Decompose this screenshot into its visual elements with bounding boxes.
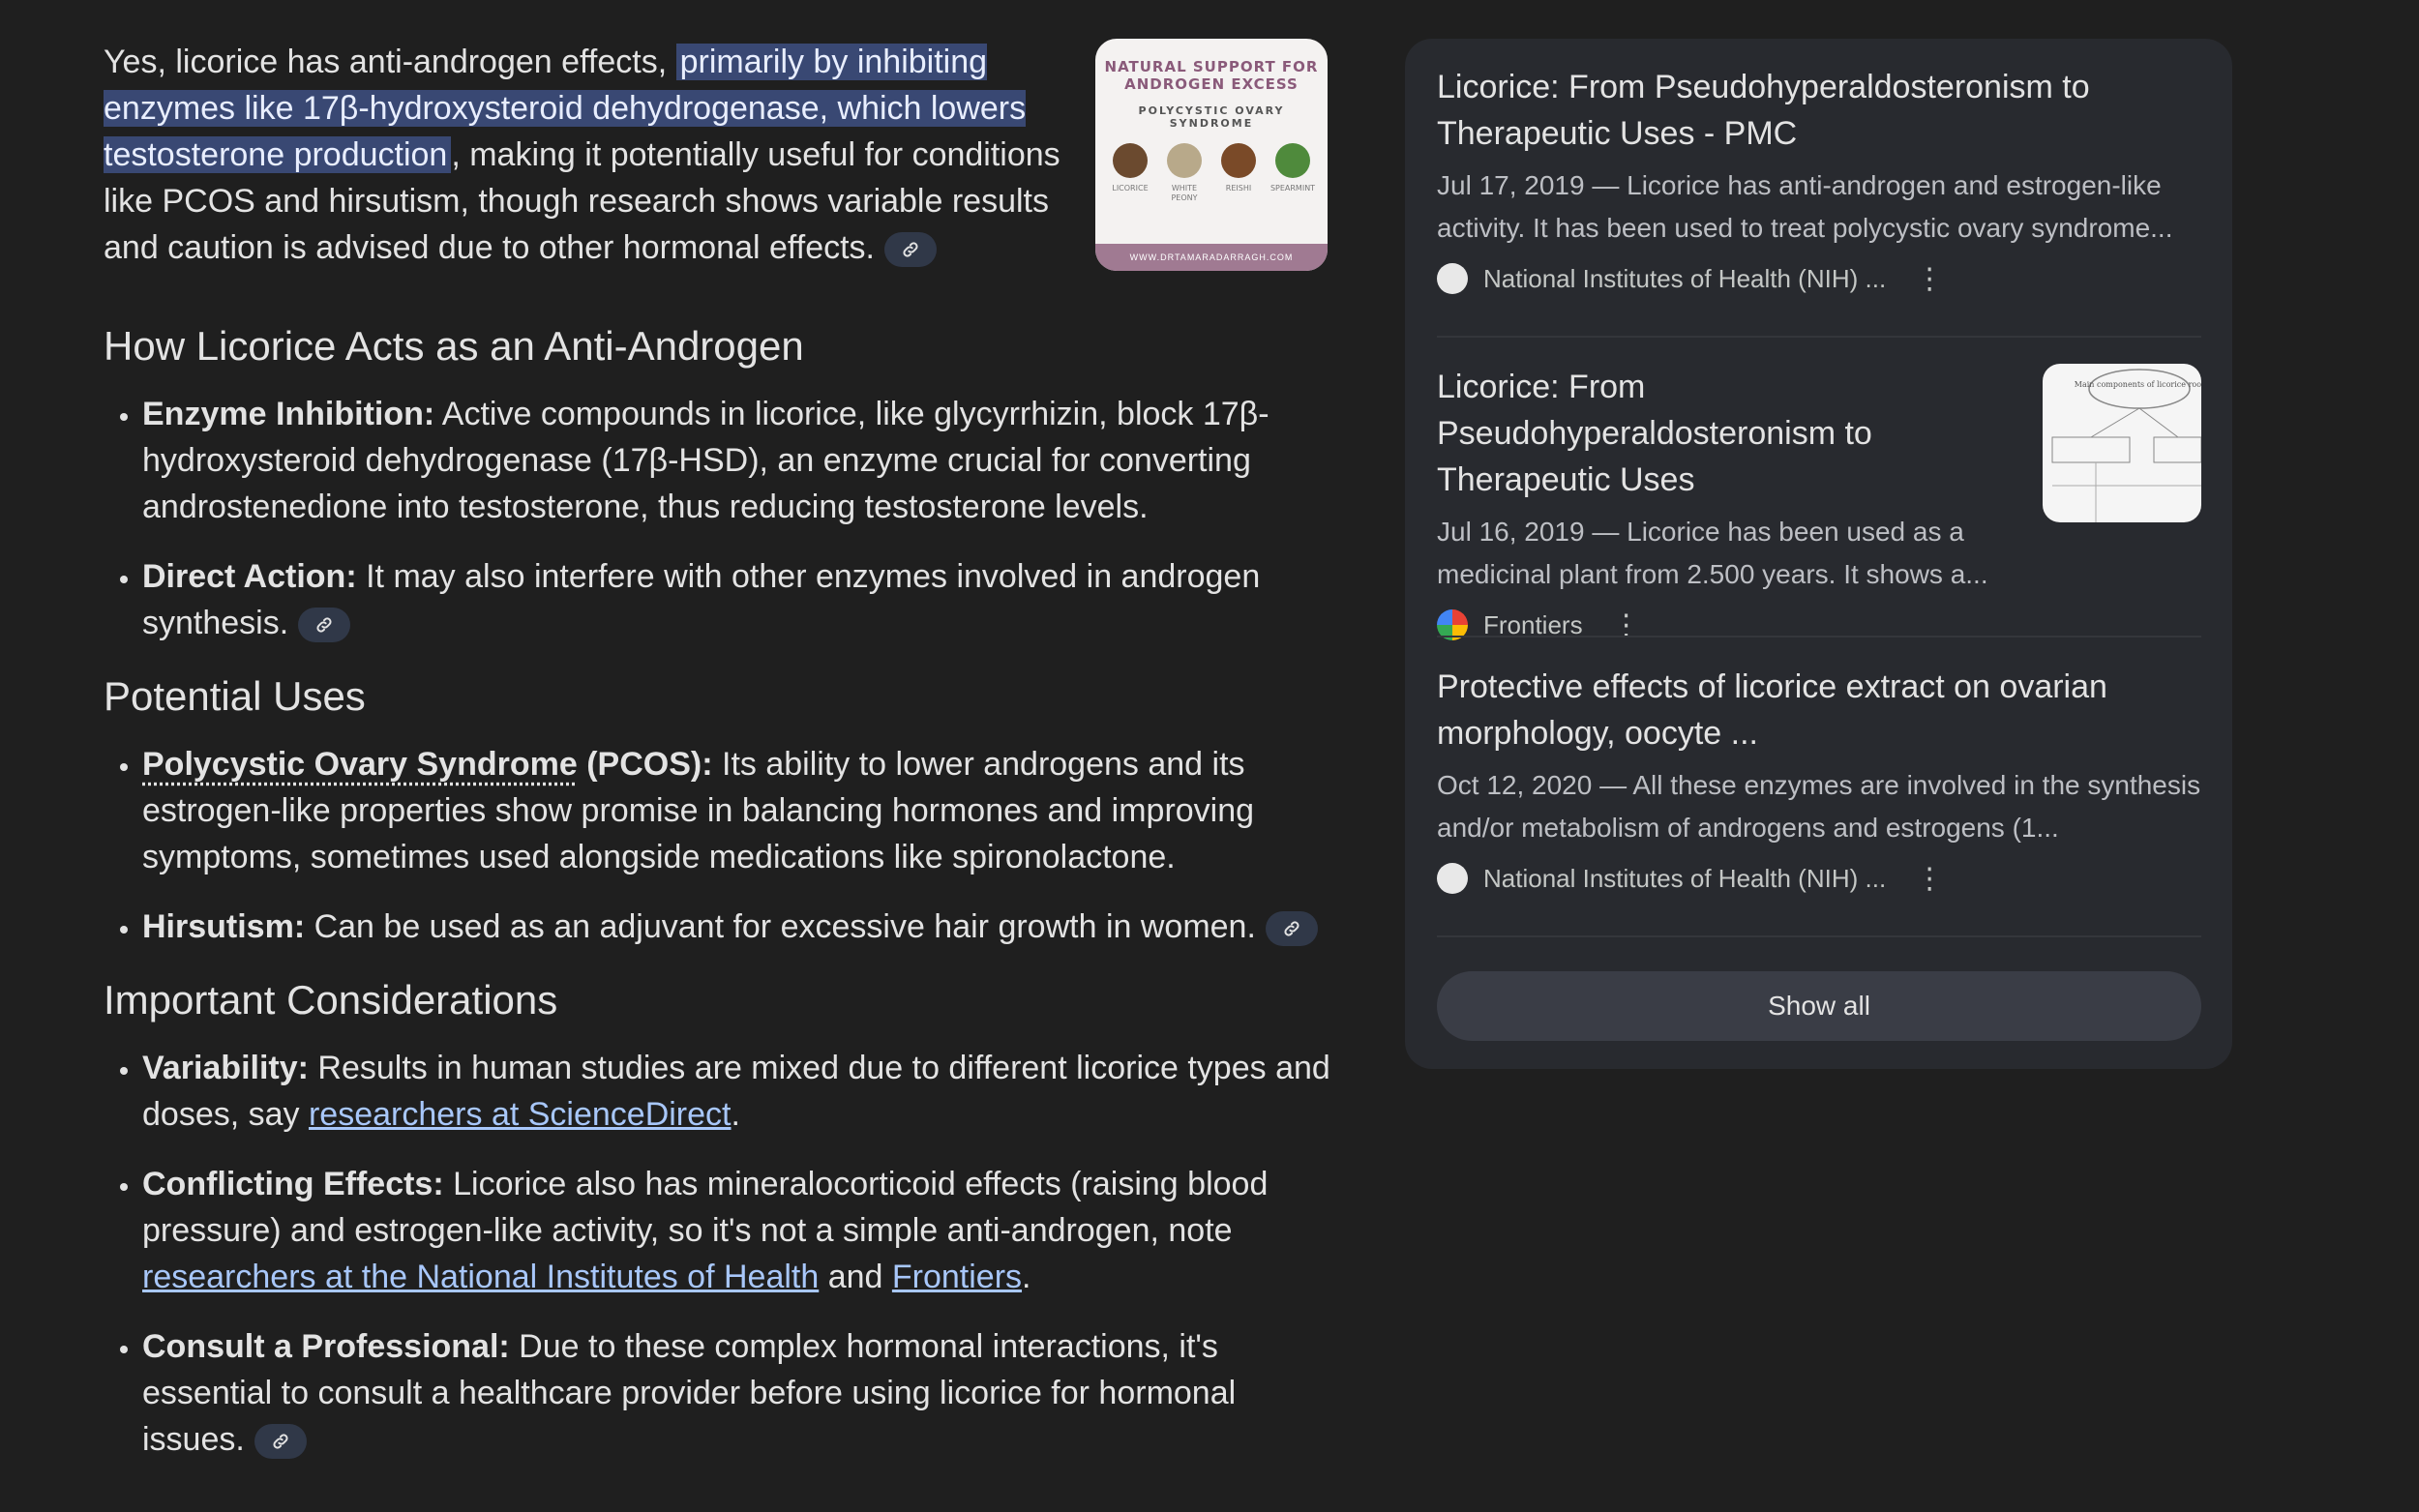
pcos-term-link[interactable]: Polycystic Ovary Syndrome [142,746,578,783]
source-snippet: Jul 17, 2019 — Licorice has anti-androge… [1437,170,2173,243]
item-term: Enzyme Inhibition: [142,396,435,432]
herb-white-peony: WHITE PEONY [1161,143,1208,203]
herb-image [1113,143,1148,178]
item-term: Consult a Professional: [142,1328,510,1365]
divider [1437,636,2201,637]
source-card[interactable]: Licorice: From Pseudohyperaldosteronism … [1437,64,2201,296]
item-term: Direct Action: [142,558,357,595]
nih-favicon-icon [1437,263,1468,294]
herb-image [1275,143,1310,178]
item-tail: . [731,1096,740,1133]
source-thumbnail[interactable]: Main components of licorice root [2043,364,2201,522]
thumbnail-footer: WWW.DRTAMARADARRAGH.COM [1095,244,1328,271]
frontiers-link[interactable]: Frontiers [892,1259,1022,1295]
herb-row: LICORICE WHITE PEONY REISHI SPEARMINT [1095,143,1328,203]
herb-licorice: LICORICE [1107,143,1153,203]
list-item: Variability: Results in human studies ar… [142,1045,1332,1138]
herb-label: LICORICE [1112,184,1149,193]
heading-potential-uses: Potential Uses [104,673,366,719]
acts-list: Enzyme Inhibition: Active compounds in l… [104,391,1332,646]
item-mid: and [819,1259,892,1295]
show-all-button[interactable]: Show all [1437,971,2201,1041]
herb-label: SPEARMINT [1269,184,1316,193]
list-item: Enzyme Inhibition: Active compounds in l… [142,391,1332,530]
citation-link-button[interactable] [254,1424,307,1460]
thumb-diagram-label: Main components of licorice root [2075,380,2201,389]
nih-link[interactable]: researchers at the National Institutes o… [142,1259,819,1295]
herb-image [1167,143,1202,178]
uses-list: Polycystic Ovary Syndrome (PCOS): Its ab… [104,741,1332,950]
source-card[interactable]: Licorice: From Pseudohyperaldosteronism … [1437,364,2201,642]
item-term: Conflicting Effects: [142,1166,444,1202]
source-card[interactable]: Protective effects of licorice extract o… [1437,664,2201,896]
sources-panel: Licorice: From Pseudohyperaldosteronism … [1405,39,2232,1069]
more-options-icon[interactable]: ⋮ [1915,262,1944,296]
source-snippet: Jul 16, 2019 — Licorice has been used as… [1437,517,1988,589]
list-item: Consult a Professional: Due to these com… [142,1323,1332,1463]
intro-paragraph: Yes, licorice has anti-androgen effects,… [104,39,1071,271]
intro-block: Yes, licorice has anti-androgen effects,… [104,39,1332,319]
list-item: Polycystic Ovary Syndrome (PCOS): Its ab… [142,741,1332,880]
heading-how-acts: How Licorice Acts as an Anti-Androgen [104,323,804,369]
link-icon [316,617,332,633]
herb-image [1221,143,1256,178]
source-site-row: National Institutes of Health (NIH) ... … [1437,261,2201,296]
thumbnail-title: NATURAL SUPPORT FOR ANDROGEN EXCESS [1104,58,1319,93]
item-term: Hirsutism: [142,908,306,945]
list-item: Hirsutism: Can be used as an adjuvant fo… [142,904,1332,950]
list-item: Conflicting Effects: Licorice also has m… [142,1161,1332,1300]
source-title[interactable]: Licorice: From Pseudohyperaldosteronism … [1437,364,2017,503]
citation-link-button[interactable] [884,232,937,268]
divider [1437,336,2201,338]
diagram-thumbnail-icon: Main components of licorice root [2051,369,2201,522]
heading-important-considerations: Important Considerations [104,977,558,1023]
divider [1437,935,2201,937]
item-term: Variability: [142,1050,309,1086]
source-site-row: National Institutes of Health (NIH) ... … [1437,861,2201,896]
link-icon [273,1434,288,1449]
link-icon [1284,921,1299,936]
item-tail: . [1022,1259,1031,1295]
list-item: Direct Action: It may also interfere wit… [142,553,1332,646]
source-snippet: Oct 12, 2020 — All these enzymes are inv… [1437,770,2201,843]
thumbnail-subtitle: POLYCYSTIC OVARY SYNDROME [1138,104,1285,130]
herb-spearmint: SPEARMINT [1269,143,1316,203]
nih-favicon-icon [1437,863,1468,894]
source-title[interactable]: Protective effects of licorice extract o… [1437,664,2201,756]
answer-content: Yes, licorice has anti-androgen effects,… [104,39,1332,1486]
more-options-icon[interactable]: ⋮ [1915,862,1944,896]
herb-label: REISHI [1225,184,1252,193]
citation-link-button[interactable] [1265,911,1318,947]
considerations-list: Variability: Results in human studies ar… [104,1045,1332,1463]
infographic-thumbnail[interactable]: NATURAL SUPPORT FOR ANDROGEN EXCESS POLY… [1095,39,1328,271]
sciencedirect-link[interactable]: researchers at ScienceDirect [309,1096,732,1133]
source-site: National Institutes of Health (NIH) ... [1483,263,1887,293]
herb-reishi: REISHI [1215,143,1262,203]
link-icon [903,242,918,257]
item-text: Can be used as an adjuvant for excessive… [305,908,1256,945]
source-site: National Institutes of Health (NIH) ... [1483,863,1887,893]
herb-label: WHITE PEONY [1171,184,1198,202]
item-term: (PCOS): [577,746,713,783]
citation-link-button[interactable] [298,608,351,643]
source-title[interactable]: Licorice: From Pseudohyperaldosteronism … [1437,64,2201,157]
intro-text-before: Yes, licorice has anti-androgen effects, [104,44,676,80]
